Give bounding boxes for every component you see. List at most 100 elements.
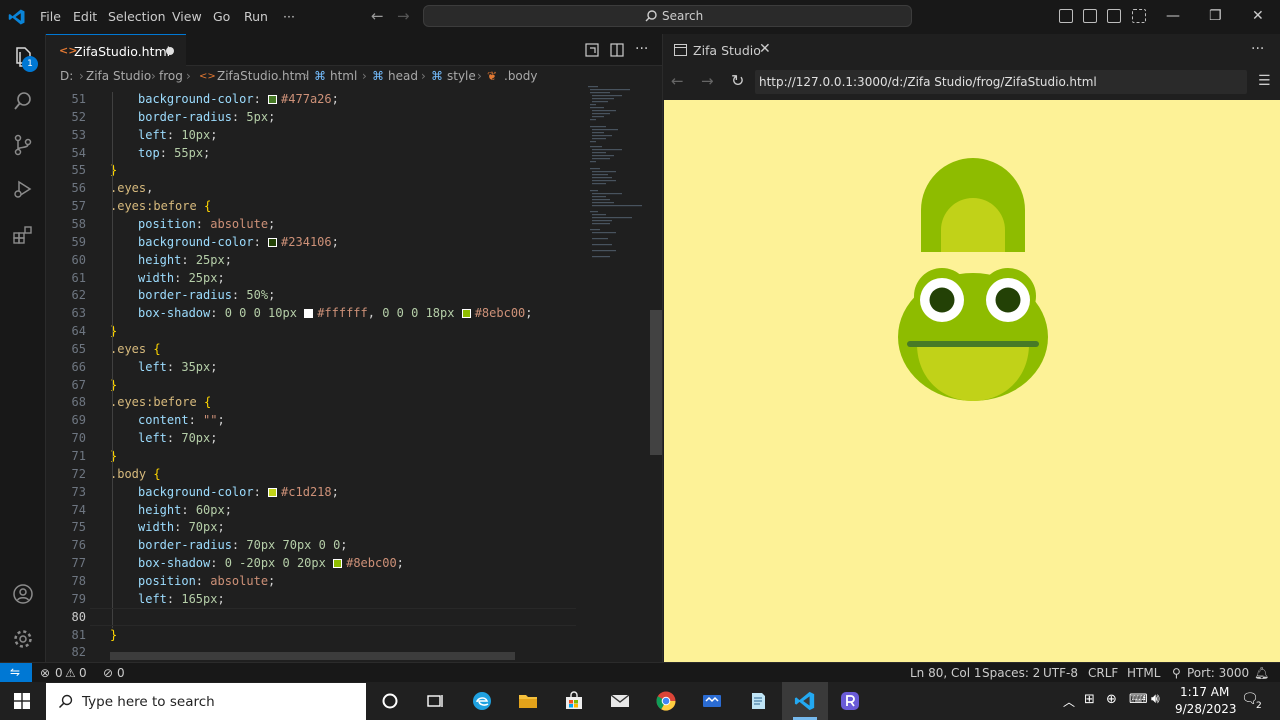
color-swatch-icon[interactable] (304, 309, 314, 319)
accounts-icon[interactable] (11, 582, 35, 606)
chrome-icon[interactable] (655, 690, 677, 712)
mail-icon[interactable] (609, 690, 631, 712)
code-line[interactable]: width: 25px; (138, 271, 225, 285)
network-icon[interactable]: ⊕ (1106, 692, 1117, 707)
minimize-icon[interactable]: — (1166, 8, 1180, 24)
color-swatch-icon[interactable] (268, 487, 278, 497)
source-control-icon[interactable] (11, 133, 35, 157)
code-line[interactable]: .eyes:before { (110, 395, 211, 409)
breadcrumb-file[interactable]: ZifaStudio.html (217, 69, 309, 83)
menu-more[interactable]: ··· (283, 9, 295, 24)
close-tab-icon[interactable]: ✕ (759, 41, 771, 57)
run-debug-icon[interactable] (11, 177, 35, 201)
code-editor[interactable]: 51 background-color: #477a26; 52 border-rad… (46, 86, 586, 662)
menu-view[interactable]: View (172, 9, 202, 24)
warning-icon[interactable]: ⚠ (65, 666, 76, 680)
browser-forward-icon[interactable]: → (701, 72, 714, 90)
restore-icon[interactable]: ❐ (1209, 8, 1222, 24)
vscode-taskbar-button[interactable] (782, 682, 828, 720)
bell-icon[interactable]: 🔔︎ (1254, 666, 1269, 680)
error-icon[interactable]: ⊗ (40, 666, 50, 680)
page-viewport[interactable] (664, 100, 1280, 662)
menu-edit[interactable]: Edit (73, 9, 97, 24)
microsoft-store-icon[interactable] (563, 690, 585, 712)
code-line[interactable]: background-color: #477a26; (138, 92, 339, 106)
close-window-icon[interactable]: ✕ (1252, 8, 1264, 24)
code-line[interactable]: height: 25px; (138, 253, 232, 267)
menu-file[interactable]: File (40, 9, 61, 24)
windows-start-icon[interactable] (14, 693, 30, 709)
code-line[interactable]: width: 70px; (138, 520, 225, 534)
breadcrumb-drive[interactable]: D: (60, 69, 73, 83)
warning-count[interactable]: 0 (79, 666, 87, 680)
edge-icon[interactable] (471, 690, 493, 712)
language-mode[interactable]: HTML (1127, 666, 1160, 680)
notepad-icon[interactable] (747, 690, 769, 712)
code-line[interactable]: left: 35px; (138, 360, 218, 374)
cursor-position[interactable]: Ln 80, Col 1 (910, 666, 982, 680)
code-line[interactable]: background-color: #c1d218; (138, 485, 339, 499)
toggle-primary-sidebar-icon[interactable] (1059, 9, 1073, 23)
customize-layout-icon[interactable] (1132, 9, 1146, 23)
browser-more-icon[interactable]: ··· (1251, 41, 1264, 57)
command-search-box[interactable]: Search (423, 5, 912, 27)
cortana-icon[interactable] (379, 690, 401, 712)
error-count[interactable]: 0 (55, 666, 63, 680)
code-line[interactable]: .eyes, (110, 181, 153, 195)
breadcrumb-body[interactable]: .body (504, 69, 538, 83)
back-arrow-icon[interactable]: ← (371, 7, 384, 25)
search-view-icon[interactable] (11, 89, 35, 113)
code-line[interactable]: border-radius: 50%; (138, 288, 275, 302)
vs-remote-icon[interactable] (701, 690, 723, 712)
code-line[interactable]: position: absolute; (138, 574, 275, 588)
app-r-icon[interactable] (839, 690, 861, 712)
toggle-secondary-sidebar-icon[interactable] (1107, 9, 1121, 23)
indentation[interactable]: Spaces: 2 (982, 666, 1040, 680)
code-line[interactable]: left: 70px; (138, 431, 218, 445)
menu-run[interactable]: Run (244, 9, 268, 24)
menu-go[interactable]: Go (213, 9, 230, 24)
code-line[interactable]: .eyes { (110, 342, 161, 356)
breadcrumb-head[interactable]: head (388, 69, 418, 83)
ports-icon[interactable]: ⊘ (103, 666, 113, 680)
url-bar[interactable]: http://127.0.0.1:3000/d:/Zifa Studio/fro… (755, 70, 1247, 94)
hamburger-menu-icon[interactable]: ☰ (1258, 73, 1271, 89)
file-explorer-icon[interactable] (517, 690, 539, 712)
code-line[interactable]: box-shadow: 0 0 0 10px #ffffff, 0 0 0 18… (138, 306, 533, 320)
code-line[interactable]: background-color: #234106; (138, 235, 339, 249)
reload-icon[interactable]: ↻ (731, 71, 744, 90)
code-line[interactable]: border-radius: 70px 70px 0 0; (138, 538, 348, 552)
clock-time[interactable]: 1:17 AM (1180, 685, 1229, 699)
more-actions-icon[interactable]: ··· (635, 41, 648, 57)
code-line[interactable]: .eyes:before { (110, 199, 211, 213)
tray-chevron-icon[interactable]: ︿ (1063, 693, 1075, 710)
code-line[interactable]: box-shadow: 0 -20px 0 20px #8ebc00; (138, 556, 404, 570)
taskbar-search[interactable]: Type here to search (46, 683, 366, 720)
end-of-line[interactable]: CRLF (1088, 666, 1118, 680)
breadcrumb-style[interactable]: style (447, 69, 476, 83)
task-view-icon[interactable] (424, 690, 446, 712)
code-line[interactable]: .body { (110, 467, 161, 481)
keyboard-icon[interactable]: ⌨ (1129, 692, 1148, 707)
extensions-icon[interactable] (11, 223, 35, 247)
clock-date[interactable]: 9/28/2023 (1175, 702, 1237, 716)
tab-zifastudio-html[interactable]: <> ZifaStudio.html (46, 34, 186, 66)
code-line[interactable]: border-radius: 5px; (138, 110, 275, 124)
code-line[interactable]: height: 60px; (138, 503, 232, 517)
color-swatch-icon[interactable] (268, 95, 278, 104)
breadcrumb-folder-zifa[interactable]: Zifa Studio (86, 69, 151, 83)
editor-scrollbar[interactable] (650, 310, 662, 455)
code-line[interactable]: left: 165px; (138, 592, 225, 606)
toggle-panel-icon[interactable] (1083, 9, 1097, 23)
code-line[interactable]: content: ""; (138, 413, 225, 427)
color-swatch-icon[interactable] (333, 559, 343, 569)
code-line[interactable]: top: 55px; (138, 146, 210, 160)
split-editor-icon[interactable] (610, 43, 624, 57)
breadcrumb-folder-frog[interactable]: frog (159, 69, 183, 83)
live-server-port[interactable]: Port: 3000 (1187, 666, 1249, 680)
menu-selection[interactable]: Selection (108, 9, 166, 24)
tray-app-icon[interactable]: ⊞ (1084, 692, 1095, 707)
breadcrumb-html[interactable]: html (330, 69, 357, 83)
forward-arrow-icon[interactable]: → (397, 7, 410, 25)
volume-icon[interactable]: 🔊︎ (1151, 691, 1160, 707)
